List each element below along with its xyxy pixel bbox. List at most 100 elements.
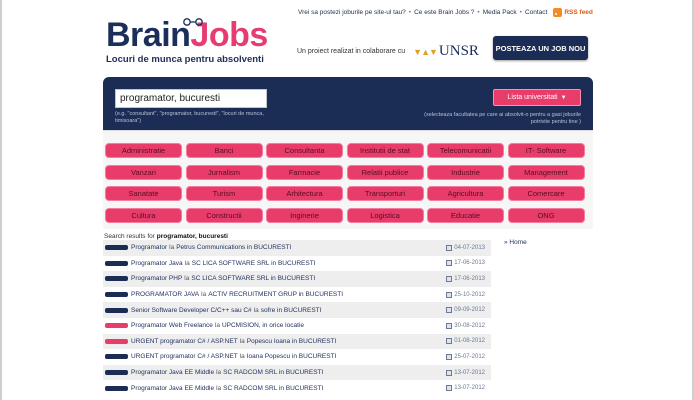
calendar-icon xyxy=(446,385,453,392)
job-date: 17-06-2013 xyxy=(446,275,485,282)
link-media-pack[interactable]: Media Pack xyxy=(483,9,517,16)
category-button[interactable]: Banci xyxy=(185,143,263,158)
category-button[interactable]: Industrie xyxy=(427,164,504,180)
link-about-brainjobs[interactable]: Ce este Brain Jobs ? xyxy=(414,9,474,16)
job-date: 13-07-2012 xyxy=(446,385,485,392)
result-row[interactable]: Senior Software Developer C/C++ sau C# la… xyxy=(103,302,491,318)
category-button[interactable]: Educatie xyxy=(427,207,504,223)
category-button[interactable]: Telecomunicatii xyxy=(427,143,504,158)
job-date: 09-09-2012 xyxy=(446,307,485,314)
result-row[interactable]: Programator la Petrus Communications in BU… xyxy=(103,240,491,256)
category-button[interactable]: Cultura xyxy=(105,207,182,223)
job-type-badge xyxy=(105,354,128,360)
university-list-label: Lista universitati xyxy=(507,94,558,101)
job-company: Ioana Popescu in BUCURESTI xyxy=(246,353,337,361)
result-row[interactable]: Programator Web Freelance la UPCMISION, in… xyxy=(103,318,491,334)
job-company: SC RADCOM SRL in BUCURESTI xyxy=(223,384,324,392)
category-button[interactable]: Agricultura xyxy=(427,186,504,201)
category-button[interactable]: Consultanta xyxy=(266,143,343,158)
unsr-logo[interactable]: ▼▲▼ UNSR xyxy=(413,43,479,60)
job-title[interactable]: Programator Java EE Middle xyxy=(131,369,214,376)
job-date-text: 09-09-2012 xyxy=(454,307,485,314)
job-connector: la xyxy=(216,384,222,392)
job-title[interactable]: URGENT programator C# / ASP.NET xyxy=(131,338,238,345)
result-row[interactable]: URGENT programator C# / ASP.NET la Popescu… xyxy=(103,333,491,350)
category-button[interactable]: Arhitectura xyxy=(266,186,343,201)
result-row[interactable]: Programator Java la SC LICA SOFTWARE SRL i… xyxy=(103,256,491,272)
search-panel: (e.g. "consultant", "programator, bucure… xyxy=(103,77,593,130)
separator: • xyxy=(519,9,522,16)
post-new-job-button[interactable]: POSTEAZA UN JOB NOU xyxy=(493,36,588,60)
sidebar-home-link[interactable]: » Home xyxy=(504,239,527,246)
job-title[interactable]: Senior Software Developer C/C++ sau C# xyxy=(131,307,252,314)
brainjobs-logo[interactable]: BrainJobs Locuri de munca pentru absolve… xyxy=(106,18,276,65)
category-button[interactable]: Relatii publice xyxy=(346,164,424,180)
job-date: 25-10-2012 xyxy=(446,291,485,298)
category-button[interactable]: Institutii de stat xyxy=(346,143,424,158)
job-connector: la xyxy=(201,291,207,299)
category-button[interactable]: Sanatate xyxy=(105,186,182,201)
result-row[interactable]: URGENT programator C# / ASP.NET la Ioana P… xyxy=(103,349,491,365)
job-connector: la xyxy=(239,353,245,361)
results-heading: Search results for programator, bucurest… xyxy=(104,233,228,240)
job-company: Petrus Communications in BUCURESTI xyxy=(176,244,292,252)
link-contact[interactable]: Contact xyxy=(525,9,547,16)
category-button[interactable]: Constructii xyxy=(185,207,263,223)
job-type-badge xyxy=(105,307,128,313)
search-input[interactable] xyxy=(115,89,267,108)
category-button[interactable]: Logistica xyxy=(346,207,424,223)
rss-feed-link[interactable]: RSS feed xyxy=(553,8,593,17)
job-type-badge xyxy=(105,245,128,251)
job-type-badge xyxy=(105,323,128,329)
job-title[interactable]: Programator Java EE Middle xyxy=(131,385,214,392)
category-button[interactable]: Comercare xyxy=(507,186,585,201)
category-button[interactable]: Transporturi xyxy=(346,186,424,201)
university-list-button[interactable]: Lista universitati ▼ xyxy=(493,89,581,106)
job-company: UPCMISION, in orice locatie xyxy=(221,322,304,330)
university-hint: (selecteaza facultatea pe care ai absolv… xyxy=(424,112,581,125)
job-date: 01-08-2012 xyxy=(446,338,485,345)
link-post-jobs-on-site[interactable]: Vrei sa postezi joburile pe site-ul tau? xyxy=(298,9,406,16)
job-date-text: 30-08-2012 xyxy=(454,322,485,329)
result-row[interactable]: PROGRAMATOR JAVA la ACTIV RECRUITMENT GRUP… xyxy=(103,287,491,303)
category-button[interactable]: Jurnalism xyxy=(185,164,263,180)
job-title[interactable]: PROGRAMATOR JAVA xyxy=(131,291,199,298)
calendar-icon xyxy=(446,307,453,314)
job-title[interactable]: Programator PHP xyxy=(131,275,182,282)
unsr-label: UNSR xyxy=(438,43,479,59)
category-button[interactable]: Farmacie xyxy=(266,164,343,180)
result-row[interactable]: Programator PHP la SC LICA SOFTWARE SRL in… xyxy=(103,271,491,287)
rss-label: RSS feed xyxy=(564,9,593,16)
job-date-text: 04-07-2013 xyxy=(454,244,485,251)
job-title[interactable]: Programator Web Freelance xyxy=(131,322,213,329)
category-button[interactable]: Management xyxy=(507,164,585,180)
category-button[interactable]: ONG xyxy=(507,207,585,223)
category-button[interactable]: IT- Software xyxy=(507,143,585,158)
job-title[interactable]: URGENT programator C# / ASP.NET xyxy=(131,353,238,360)
category-button[interactable]: Turism xyxy=(185,186,263,201)
calendar-icon xyxy=(446,369,453,376)
collaboration-text: Un proiect realizat in colaborare cu xyxy=(297,48,406,55)
job-company: SC RADCOM SRL in BUCURESTI xyxy=(223,369,324,377)
job-type-badge xyxy=(105,260,128,266)
job-type-badge xyxy=(105,338,128,344)
results-list: Programator la Petrus Communications in BU… xyxy=(103,240,491,396)
category-button[interactable]: Inginerie xyxy=(266,207,343,223)
logo-tagline: Locuri de munca pentru absolventi xyxy=(106,54,264,65)
result-row[interactable]: Programator Java EE Middle la SC RADCOM SR… xyxy=(103,380,491,396)
job-connector: la xyxy=(184,275,190,283)
job-company: SC LICA SOFTWARE SRL in BUCURESTI xyxy=(191,275,316,283)
job-type-badge xyxy=(105,385,128,391)
category-button[interactable]: Administratie xyxy=(105,143,182,158)
job-date: 13-07-2012 xyxy=(446,369,485,376)
job-date-text: 01-08-2012 xyxy=(454,338,485,345)
unsr-emblem-icon: ▼▲▼ xyxy=(413,46,438,57)
job-title[interactable]: Programator Java xyxy=(131,260,183,267)
job-connector: la xyxy=(239,337,245,345)
result-row[interactable]: Programator Java EE Middle la SC RADCOM SR… xyxy=(103,364,491,381)
job-title[interactable]: Programator xyxy=(131,244,167,251)
separator: • xyxy=(408,9,412,16)
job-date-text: 17-06-2013 xyxy=(454,275,485,282)
category-button[interactable]: Vanzari xyxy=(105,164,182,180)
job-connector: la xyxy=(169,244,175,252)
